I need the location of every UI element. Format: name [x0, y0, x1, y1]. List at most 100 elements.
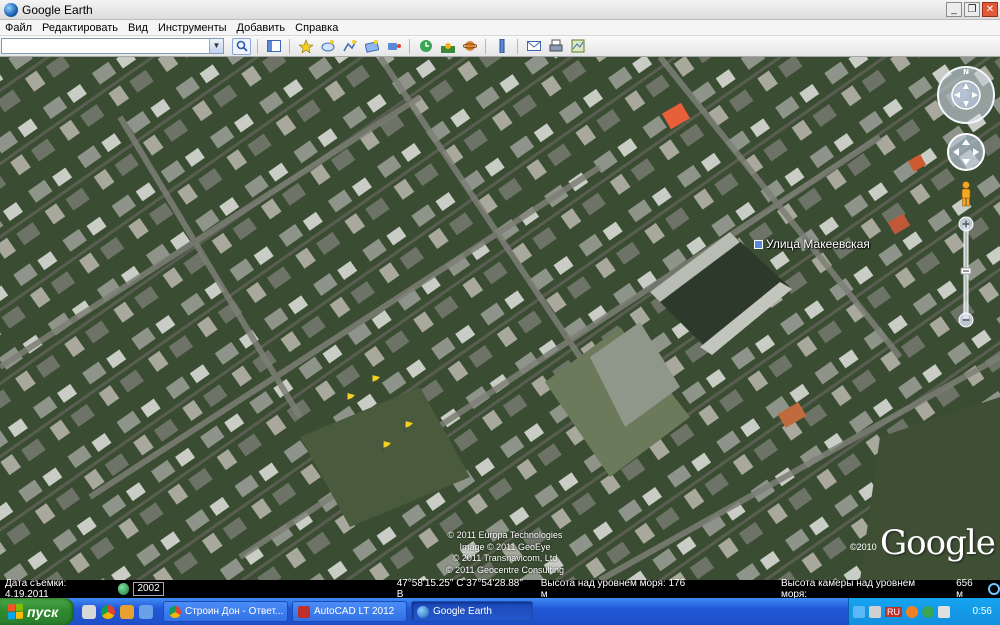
historical-imagery-icon[interactable] [117, 583, 130, 595]
tray-antivirus-icon[interactable] [906, 605, 918, 618]
taskbar-item-label: Google Earth [433, 606, 492, 617]
place-name: Улица Макеевская [766, 237, 870, 251]
view-in-maps-icon [571, 39, 584, 53]
toolbar-separator [485, 38, 486, 54]
sunlight-button[interactable] [438, 38, 457, 55]
view-in-maps-button[interactable] [568, 38, 587, 55]
taskbar-item-browser[interactable]: Строин Дон - Ответ... [163, 601, 288, 622]
toolbar-separator [289, 38, 290, 54]
menu-add[interactable]: Добавить [232, 22, 291, 34]
search-input[interactable] [2, 39, 209, 53]
zoom-slider[interactable] [958, 216, 974, 328]
imagery-copyright: © 2011 Europa Technologies Image © 2011 … [420, 530, 590, 576]
terrain-elevation: Высота над уровнем моря: 176 м [540, 578, 686, 600]
add-path-button[interactable] [340, 38, 359, 55]
status-bar: Дата съемки: 4.19.2011 2002 47°58'15.25"… [0, 578, 1000, 600]
menu-tools[interactable]: Инструменты [153, 22, 232, 34]
quick-launch [82, 604, 153, 619]
taskbar-item-google-earth[interactable]: Google Earth [411, 601, 533, 622]
taskbar-clock: 0:56 [972, 606, 992, 617]
print-icon [549, 39, 562, 52]
chrome-icon [169, 605, 181, 618]
sidebar-toggle-button[interactable] [264, 38, 283, 55]
tray-network-icon[interactable] [922, 605, 934, 618]
google-earth-icon [4, 2, 18, 17]
taskbar-item-autocad[interactable]: AutoCAD LT 2012 [292, 601, 407, 622]
copyright-line: © 2011 Transnavicom, Ltd [452, 553, 558, 563]
email-icon [526, 41, 541, 51]
compass-look-control[interactable]: N [936, 65, 996, 125]
sunlight-icon [440, 43, 455, 53]
quick-launch-app-icon[interactable] [139, 604, 153, 619]
toolbar-separator [409, 38, 410, 54]
email-button[interactable] [524, 38, 543, 55]
placemark-pin-icon[interactable] [346, 393, 356, 405]
quick-launch-app-icon[interactable] [120, 604, 134, 619]
chrome-icon[interactable] [101, 604, 115, 619]
autocad-icon [298, 605, 310, 618]
title-bar: Google Earth _ ❐ ✕ [0, 0, 1000, 20]
add-placemark-button[interactable] [296, 38, 315, 55]
planets-icon [462, 41, 477, 51]
start-label: пуск [27, 603, 59, 620]
start-button[interactable]: пуск [0, 598, 74, 625]
quick-launch-app-icon[interactable] [82, 604, 96, 619]
tray-app-icon[interactable] [869, 605, 881, 618]
copyright-line: © 2011 Europa Technologies [447, 530, 563, 540]
search-box: ▼ [1, 38, 224, 54]
imagery-year-badge[interactable]: 2002 [133, 582, 164, 596]
close-button[interactable]: ✕ [982, 2, 998, 17]
menu-help[interactable]: Справка [290, 22, 343, 34]
map-view[interactable]: Улица Макеевская © 2011 Europa Technolog… [0, 57, 1000, 580]
planets-button[interactable] [460, 38, 479, 55]
search-icon [236, 40, 248, 52]
copyright-line: Image © 2011 GeoEye [459, 541, 551, 552]
language-indicator[interactable]: RU [885, 606, 902, 617]
place-label[interactable]: Улица Макеевская [754, 237, 870, 251]
eye-altitude-value: 656 м [956, 578, 973, 600]
taskbar-item-label: Строин Дон - Ответ... [185, 606, 284, 617]
placemark-pin-icon[interactable] [404, 421, 414, 433]
ruler-button[interactable] [492, 38, 511, 55]
polygon-icon [321, 40, 334, 52]
menu-view[interactable]: Вид [123, 22, 153, 34]
copyright-line: © 2011 Geocentre Consulting [445, 564, 565, 575]
record-tour-icon [387, 43, 401, 50]
street-view-pegman-icon[interactable] [958, 181, 974, 207]
eye-altitude-label: Высота камеры над уровнем моря: [780, 578, 916, 600]
placemark-pin-icon[interactable] [382, 441, 392, 453]
image-overlay-icon [364, 40, 379, 53]
system-tray: RU 0:56 [848, 598, 1000, 625]
menu-bar: Файл Редактировать Вид Инструменты Добав… [0, 20, 1000, 36]
placemark-pin-icon[interactable] [371, 375, 381, 387]
menu-edit[interactable]: Редактировать [37, 22, 123, 34]
google-logo: Google [880, 523, 996, 563]
google-earth-icon [417, 605, 429, 618]
satellite-imagery [0, 57, 1000, 580]
search-button[interactable] [232, 37, 251, 55]
sidebar-toggle-icon [266, 40, 281, 52]
search-dropdown-icon[interactable]: ▼ [209, 39, 223, 53]
streaming-indicator-icon [988, 583, 1000, 595]
historical-imagery-icon [419, 40, 432, 52]
ruler-icon [499, 39, 504, 53]
add-polygon-button[interactable] [318, 38, 337, 55]
taskbar-item-label: AutoCAD LT 2012 [314, 606, 395, 617]
placemark-icon [298, 39, 313, 53]
minimize-button[interactable]: _ [946, 2, 962, 17]
print-button[interactable] [546, 38, 565, 55]
restore-button[interactable]: ❐ [964, 2, 980, 17]
move-control[interactable] [946, 132, 986, 172]
place-marker-icon [754, 239, 763, 249]
windows-taskbar: пуск Строин Дон - Ответ... AutoCAD LT 20… [0, 598, 1000, 625]
add-image-overlay-button[interactable] [362, 38, 381, 55]
window-controls: _ ❐ ✕ [946, 2, 998, 17]
tray-volume-icon[interactable] [938, 605, 950, 618]
tray-arrow-icon[interactable] [853, 605, 865, 618]
pointer-coordinates: 47°58'15.25" С 37°54'28.88" В [396, 578, 523, 600]
menu-file[interactable]: Файл [0, 22, 37, 34]
imagery-date: Дата съемки: 4.19.2011 [5, 578, 67, 600]
compass-north-label: N [963, 68, 969, 76]
record-tour-button[interactable] [384, 38, 403, 55]
historical-imagery-button[interactable] [416, 38, 435, 55]
